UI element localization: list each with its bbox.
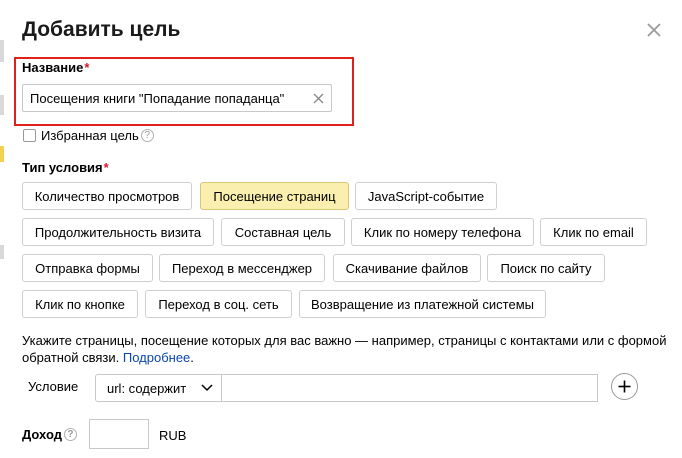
option-button-click[interactable]: Клик по кнопке bbox=[22, 290, 138, 318]
close-icon bbox=[647, 23, 661, 37]
name-label-text: Название bbox=[22, 60, 84, 75]
required-mark: * bbox=[84, 60, 90, 75]
option-file-download[interactable]: Скачивание файлов bbox=[333, 254, 481, 282]
option-payment-return[interactable]: Возвращение из платежной системы bbox=[299, 290, 546, 318]
condition-operator-value: url: содержит bbox=[107, 381, 187, 396]
background-page-edge bbox=[0, 0, 5, 458]
income-label-text: Доход bbox=[22, 427, 62, 442]
income-label: Доход ? bbox=[22, 427, 77, 442]
condition-label: Условие bbox=[28, 379, 79, 394]
goal-name-value: Посещения книги "Попадание попаданца" bbox=[30, 91, 285, 106]
edge-mark bbox=[0, 40, 4, 62]
clear-icon[interactable] bbox=[313, 93, 324, 104]
plus-icon bbox=[618, 380, 631, 393]
url-pattern-input[interactable] bbox=[221, 374, 598, 402]
option-phone-click[interactable]: Клик по номеру телефона bbox=[351, 218, 534, 246]
favorite-checkbox[interactable] bbox=[23, 128, 36, 142]
close-button[interactable] bbox=[644, 20, 664, 40]
more-link[interactable]: Подробнее bbox=[123, 350, 190, 365]
required-mark: * bbox=[103, 160, 109, 175]
option-composite-goal[interactable]: Составная цель bbox=[221, 218, 345, 246]
goal-name-input[interactable]: Посещения книги "Попадание попаданца" bbox=[22, 84, 332, 112]
help-icon[interactable]: ? bbox=[140, 128, 154, 142]
favorite-goal-row: Избранная цель ? bbox=[22, 127, 154, 143]
edge-mark bbox=[0, 146, 4, 162]
option-form-submit[interactable]: Отправка формы bbox=[22, 254, 153, 282]
edge-mark bbox=[0, 245, 4, 259]
condition-type-label-text: Тип условия bbox=[22, 160, 103, 175]
dialog-title: Добавить цель bbox=[22, 18, 181, 41]
income-input[interactable] bbox=[89, 419, 149, 449]
option-email-click[interactable]: Клик по email bbox=[540, 218, 647, 246]
option-messenger-transition[interactable]: Переход в мессенджер bbox=[159, 254, 325, 282]
favorite-label: Избранная цель bbox=[41, 127, 139, 143]
condition-type-label: Тип условия* bbox=[22, 160, 109, 175]
edge-mark bbox=[0, 95, 4, 115]
name-label: Название* bbox=[22, 60, 89, 75]
option-social-transition[interactable]: Переход в соц. сеть bbox=[145, 290, 292, 318]
info-text-end: . bbox=[190, 350, 194, 365]
currency-label: RUB bbox=[159, 428, 187, 443]
help-icon[interactable]: ? bbox=[63, 428, 77, 441]
option-views-count[interactable]: Количество просмотров bbox=[22, 182, 192, 210]
info-text: Укажите страницы, посещение которых для … bbox=[22, 332, 672, 366]
option-site-search[interactable]: Поиск по сайту bbox=[487, 254, 605, 282]
info-text-body: Укажите страницы, посещение которых для … bbox=[22, 333, 667, 365]
option-page-visit[interactable]: Посещение страниц bbox=[200, 182, 349, 210]
condition-operator-select[interactable]: url: содержит bbox=[95, 374, 223, 402]
option-javascript-event[interactable]: JavaScript-событие bbox=[355, 182, 497, 210]
add-condition-button[interactable] bbox=[611, 373, 638, 400]
chevron-down-icon bbox=[201, 384, 213, 392]
option-visit-duration[interactable]: Продолжительность визита bbox=[22, 218, 214, 246]
